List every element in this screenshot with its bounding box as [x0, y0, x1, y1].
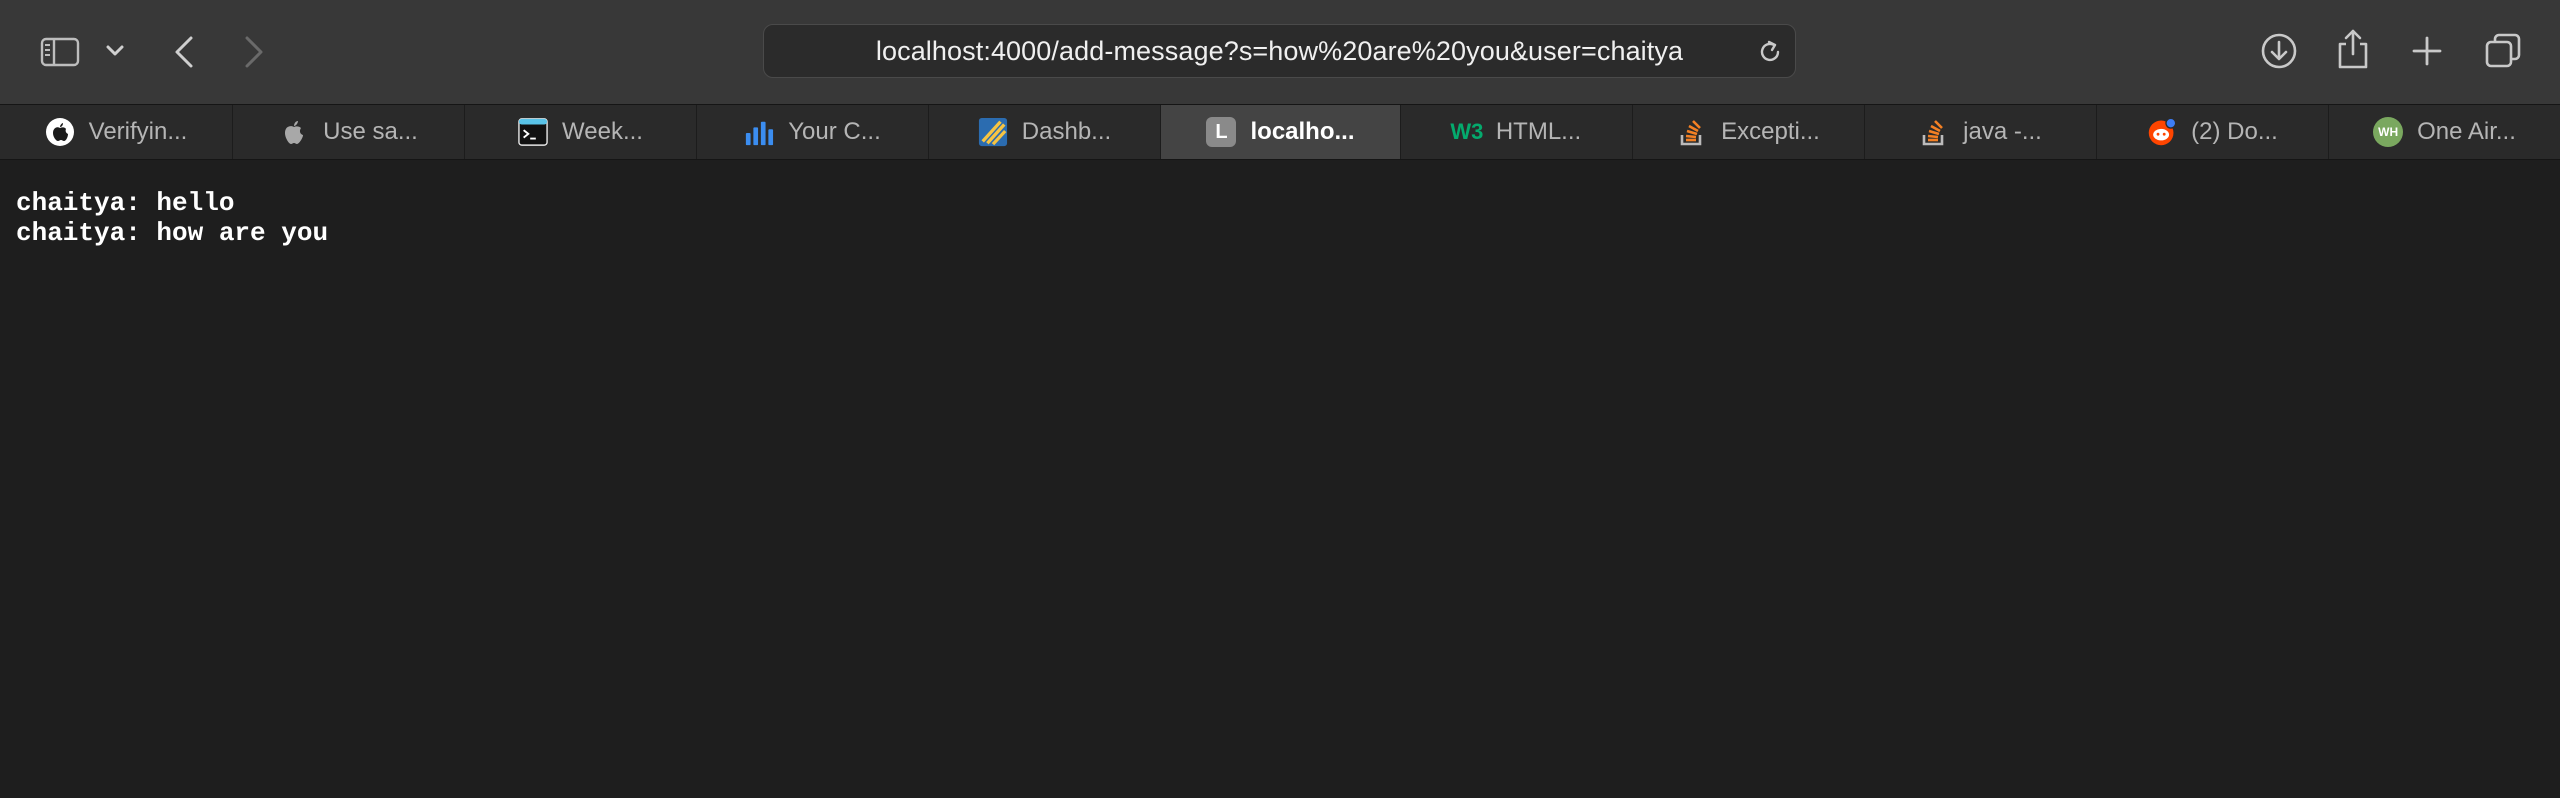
tab-label: HTML...	[1495, 118, 1582, 145]
tab-label: Your C...	[788, 118, 881, 145]
tab-exception[interactable]: Excepti...	[1633, 105, 1865, 159]
url-text[interactable]: localhost:4000/add-message?s=how%20are%2…	[764, 25, 1795, 77]
browser-toolbar: localhost:4000/add-message?s=how%20are%2…	[0, 0, 2560, 104]
share-icon	[2338, 29, 2368, 69]
letter-l-icon: L	[1206, 117, 1237, 147]
address-bar[interactable]: localhost:4000/add-message?s=how%20are%2…	[763, 24, 1796, 78]
tab-your-c[interactable]: Your C...	[697, 105, 929, 159]
reload-button[interactable]	[1755, 37, 1785, 67]
tab-html[interactable]: W3 HTML...	[1401, 105, 1633, 159]
chevron-left-icon	[175, 36, 193, 68]
download-icon	[2261, 33, 2297, 69]
sidebar-toggle-button[interactable]	[38, 32, 82, 72]
tab-one-air[interactable]: WH One Air...	[2329, 105, 2560, 159]
tab-label: Use sa...	[323, 118, 418, 145]
new-tab-button[interactable]	[2408, 32, 2446, 70]
stackoverflow-icon	[1677, 117, 1707, 147]
tab-use-sa[interactable]: Use sa...	[233, 105, 465, 159]
stackoverflow-icon	[1919, 117, 1949, 147]
tab-label: localho...	[1250, 118, 1355, 145]
green-badge-icon: WH	[2373, 117, 2404, 147]
tab-label: Week...	[562, 118, 643, 145]
w3schools-icon: W3	[1450, 119, 1484, 144]
tab-overview-icon	[2485, 33, 2521, 68]
forward-button[interactable]	[238, 32, 270, 72]
bar-chart-icon	[744, 117, 774, 147]
tab-label: (2) Do...	[2191, 118, 2278, 145]
tab-label: Dashb...	[1021, 118, 1112, 145]
terminal-icon	[518, 117, 548, 147]
chevron-right-icon	[245, 36, 263, 68]
tab-bar: Verifyin... Use sa... Week... Your C... …	[0, 104, 2560, 160]
tab-label: One Air...	[2417, 118, 2516, 145]
chevron-down-icon	[106, 45, 124, 56]
tab-java[interactable]: java -...	[1865, 105, 2097, 159]
downloads-button[interactable]	[2258, 30, 2300, 72]
tab-localhost[interactable]: L localho...	[1161, 105, 1401, 159]
tab-label: java -...	[1963, 118, 2042, 145]
tab-verifying[interactable]: Verifyin...	[0, 105, 233, 159]
message-line: chaitya: how are you	[16, 218, 329, 248]
tab-reddit[interactable]: (2) Do...	[2097, 105, 2329, 159]
plus-icon	[2412, 36, 2442, 66]
page-content: chaitya: hello chaitya: how are you	[0, 160, 2560, 798]
reddit-icon	[2147, 117, 2177, 147]
sidebar-menu-button[interactable]	[102, 38, 128, 64]
tab-label: Excepti...	[1721, 118, 1820, 145]
reload-icon	[1760, 40, 1780, 62]
tab-label: Verifyin...	[88, 118, 188, 145]
apple-gray-icon	[279, 117, 309, 147]
message-line: chaitya: hello	[16, 188, 235, 218]
share-button[interactable]	[2332, 26, 2374, 72]
sidebar-icon	[40, 37, 80, 67]
tab-week[interactable]: Week...	[465, 105, 697, 159]
tab-dashboard[interactable]: Dashb...	[929, 105, 1161, 159]
apple-logo-icon	[45, 117, 75, 147]
message-list: chaitya: hello chaitya: how are you	[16, 188, 328, 248]
tab-overview-button[interactable]	[2482, 30, 2524, 72]
dashboard-stripes-icon	[978, 117, 1008, 147]
back-button[interactable]	[168, 32, 200, 72]
